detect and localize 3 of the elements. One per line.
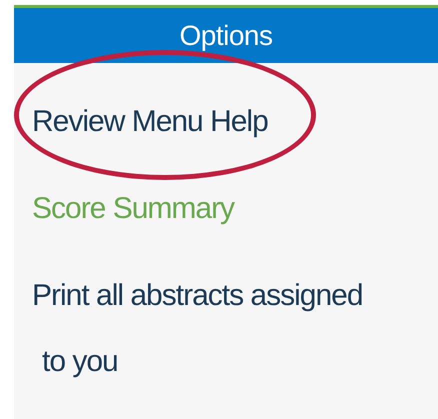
menu-link[interactable]: Review Menu Help [32, 89, 382, 155]
header-title: Options [180, 18, 272, 53]
menu-link[interactable]: Print all abstracts assigned to you [32, 263, 382, 395]
